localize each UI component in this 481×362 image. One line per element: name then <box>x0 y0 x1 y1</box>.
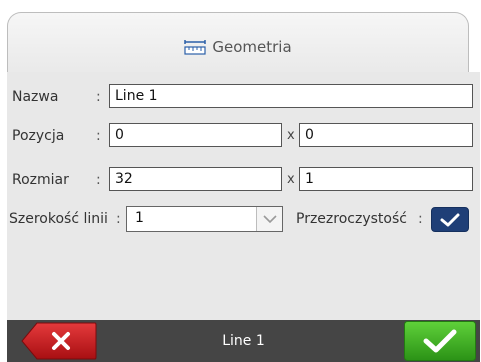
position-label: Pozycja <box>12 128 65 144</box>
dropdown-button[interactable] <box>256 207 282 231</box>
ok-button[interactable] <box>404 321 476 361</box>
position-x-field[interactable]: 0 <box>109 123 282 147</box>
transparency-checkbox[interactable] <box>431 207 469 232</box>
line-width-label: Szerokość linii <box>9 211 108 227</box>
ruler-icon <box>184 40 207 55</box>
checkmark-icon <box>440 213 460 226</box>
size-label: Rozmiar <box>12 172 69 188</box>
name-field[interactable]: Line 1 <box>109 84 473 108</box>
bottom-bar: Line 1 <box>7 320 480 362</box>
tab-geometria[interactable]: Geometria <box>7 12 469 74</box>
tab-header: Geometria <box>8 35 468 59</box>
size-height-field[interactable]: 1 <box>299 167 473 191</box>
size-width-field[interactable]: 32 <box>109 167 282 191</box>
name-label: Nazwa <box>12 89 59 105</box>
position-y-field[interactable]: 0 <box>299 123 473 147</box>
line-width-colon: : <box>116 211 121 227</box>
transparency-label: Przezroczystość <box>296 211 407 227</box>
geometry-dialog: Geometria Nazwa : Line 1 Pozycja : 0 x 0… <box>0 0 481 362</box>
position-colon: : <box>96 128 101 144</box>
name-colon: : <box>96 89 101 105</box>
line-width-value: 1 <box>135 210 144 226</box>
line-width-select[interactable]: 1 <box>126 206 283 232</box>
size-separator: x <box>287 172 295 187</box>
form-panel <box>7 72 480 320</box>
chevron-down-icon <box>262 214 277 223</box>
position-separator: x <box>287 128 295 143</box>
size-colon: : <box>96 172 101 188</box>
transparency-colon: : <box>418 211 423 227</box>
tab-title: Geometria <box>212 38 292 56</box>
